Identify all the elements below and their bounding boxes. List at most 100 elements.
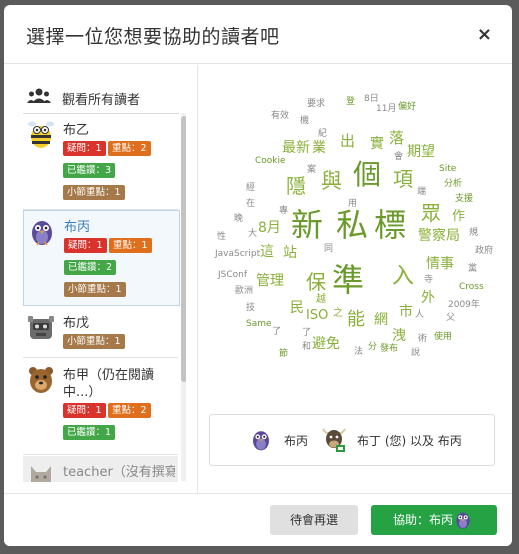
choose-later-button[interactable]: 待會再選: [270, 505, 358, 535]
cloud-word: 了: [302, 328, 312, 338]
cloud-word: 8日: [364, 94, 379, 104]
close-icon[interactable]: ×: [477, 24, 492, 45]
cloud-word: Site: [439, 164, 457, 174]
cloud-word: ISO: [306, 308, 329, 323]
users-icon: [27, 88, 51, 108]
section-highlight-badge: 小節重點：1: [63, 334, 125, 349]
cloud-word: 晚: [234, 214, 244, 224]
cloud-word: 政府: [475, 246, 494, 256]
cloud-word: 眾: [421, 201, 441, 225]
cloud-word: 項: [393, 167, 413, 191]
cloud-word: 私: [336, 206, 369, 244]
question-badge: 疑問：1: [63, 141, 106, 156]
cloud-word: 保: [306, 270, 326, 294]
reader-item-teacher[interactable]: teacher（沒有撰寫: [23, 456, 178, 482]
dialog-footer: 待會再選 協助：布丙: [4, 493, 512, 546]
cloud-word: 說: [411, 348, 421, 358]
cloud-word: 了: [272, 327, 282, 337]
helpers-text: 布丁 (您) 以及 布丙: [357, 434, 462, 448]
reader-item-bu-yi[interactable]: 布乙 疑問：1 重點：2 已鑑讚：3 小節重點：1: [23, 114, 178, 210]
cloud-word: 網: [374, 312, 388, 328]
cloud-word: Cross: [459, 282, 484, 292]
reader-sidebar: 觀看所有讀者 布乙 疑問：1 重點：2 已鑑讚：3 小節重點：1 布丙 疑問：1…: [23, 77, 186, 482]
question-badge: 疑問：1: [64, 238, 107, 253]
cat-avatar-icon: [27, 462, 55, 482]
cloud-word: 實: [370, 136, 384, 152]
reader-list-scrollbar[interactable]: [181, 113, 186, 481]
cloud-word: Same: [246, 319, 272, 329]
reader-list: 布乙 疑問：1 重點：2 已鑑讚：3 小節重點：1 布丙 疑問：1 重點：1 已…: [23, 113, 180, 482]
cloud-word: 情事: [426, 256, 454, 272]
cloud-word: 在: [246, 199, 256, 209]
cloud-word: 歐洲: [235, 286, 254, 296]
section-highlight-badge: 小節重點：1: [64, 282, 126, 297]
bear-avatar-icon: [27, 365, 55, 395]
cloud-word: 期望: [407, 144, 435, 160]
reader-item-bu-jia[interactable]: 布甲（仍在閱讀中...） 疑問：1 重點：2 已鑑讚：1: [23, 359, 178, 455]
cloud-word: JSConf: [218, 270, 248, 280]
cloud-word: 人: [415, 310, 425, 320]
cloud-word: 會: [394, 152, 404, 162]
cloud-word: 2009年: [448, 300, 480, 310]
cloud-word: 市: [399, 304, 413, 320]
cloud-word: 落: [389, 129, 405, 147]
cloud-word: 法: [354, 347, 364, 357]
cloud-word: 新: [291, 206, 324, 244]
cloud-word: 端: [417, 187, 427, 197]
cloud-word: 之: [333, 308, 343, 319]
highlight-badge: 重點：1: [109, 238, 152, 253]
cloud-word: 準: [332, 261, 365, 299]
pane-divider: [197, 65, 198, 493]
reader-item-bu-wu[interactable]: 布戊 小節重點：1: [23, 307, 178, 358]
cloud-word: JavaScript: [215, 249, 261, 259]
reviewed-badge: 已鑑讚：2: [64, 260, 117, 275]
cloud-word: 性: [217, 232, 227, 242]
cloud-word: 這: [260, 244, 274, 260]
reviewed-badge: 已鑑讚：3: [63, 163, 116, 178]
cloud-word: 個: [353, 158, 382, 191]
help-reader-button[interactable]: 協助：布丙: [371, 505, 497, 535]
reader-name: 布丙: [64, 220, 91, 235]
cloud-word: 分: [368, 342, 378, 352]
cloud-word: 發布: [380, 344, 399, 354]
reviewed-badge: 已鑑讚：1: [63, 425, 116, 440]
cloud-word: 避免: [312, 336, 340, 352]
cloud-word: 分析: [444, 179, 463, 189]
question-badge: 疑問：1: [63, 403, 106, 418]
bird-avatar-icon: [28, 217, 56, 247]
view-all-readers-label: 觀看所有讀者: [62, 93, 141, 108]
cloud-word: 作: [452, 209, 466, 224]
cloud-word: 能: [347, 309, 365, 330]
reader-name: 布甲（仍在閱讀中...）: [63, 368, 155, 400]
reader-item-bu-bing[interactable]: 布丙 疑問：1 重點：1 已鑑讚：2 小節重點：1: [23, 210, 180, 306]
bird-avatar-icon: [249, 428, 273, 456]
cloud-word: 紀: [318, 129, 328, 139]
reader-name: 布戊: [63, 316, 90, 331]
cloud-word: 最新: [282, 140, 310, 156]
cloud-word: 寺: [424, 275, 434, 285]
cloud-word: Cookie: [255, 156, 286, 166]
cloud-word: 同: [324, 244, 334, 254]
cloud-word: 偏好: [398, 102, 417, 112]
cloud-word: 警察局: [418, 228, 460, 244]
cloud-word: 技: [246, 303, 256, 313]
cloud-word: 大: [248, 229, 258, 239]
cloud-word: 站: [283, 245, 297, 261]
cloud-word: 使用: [434, 332, 453, 342]
view-all-readers-button[interactable]: 觀看所有讀者: [23, 85, 186, 109]
cloud-word: 8月: [258, 220, 281, 236]
cloud-word: 節: [279, 349, 289, 359]
scrollbar-thumb[interactable]: [181, 116, 186, 382]
reader-select-dialog: 選擇一位您想要協助的讀者吧 × 觀看所有讀者 布乙 疑問：1 重點：2 已鑑讚：…: [4, 5, 512, 546]
cloud-word: 有效: [271, 111, 290, 121]
reader-name: teacher（沒有撰寫: [63, 465, 175, 480]
bee-avatar-icon: [27, 120, 55, 150]
help-reader-label: 協助：布丙: [393, 513, 454, 527]
cloud-word: 用: [348, 199, 358, 209]
cloud-word: 規: [469, 228, 479, 238]
bull-avatar-icon: [321, 425, 347, 457]
highlight-badge: 重點：2: [108, 403, 151, 418]
cloud-word: 支援: [455, 194, 474, 204]
cloud-word: 術: [418, 334, 428, 344]
cloud-word: 登: [346, 97, 356, 107]
